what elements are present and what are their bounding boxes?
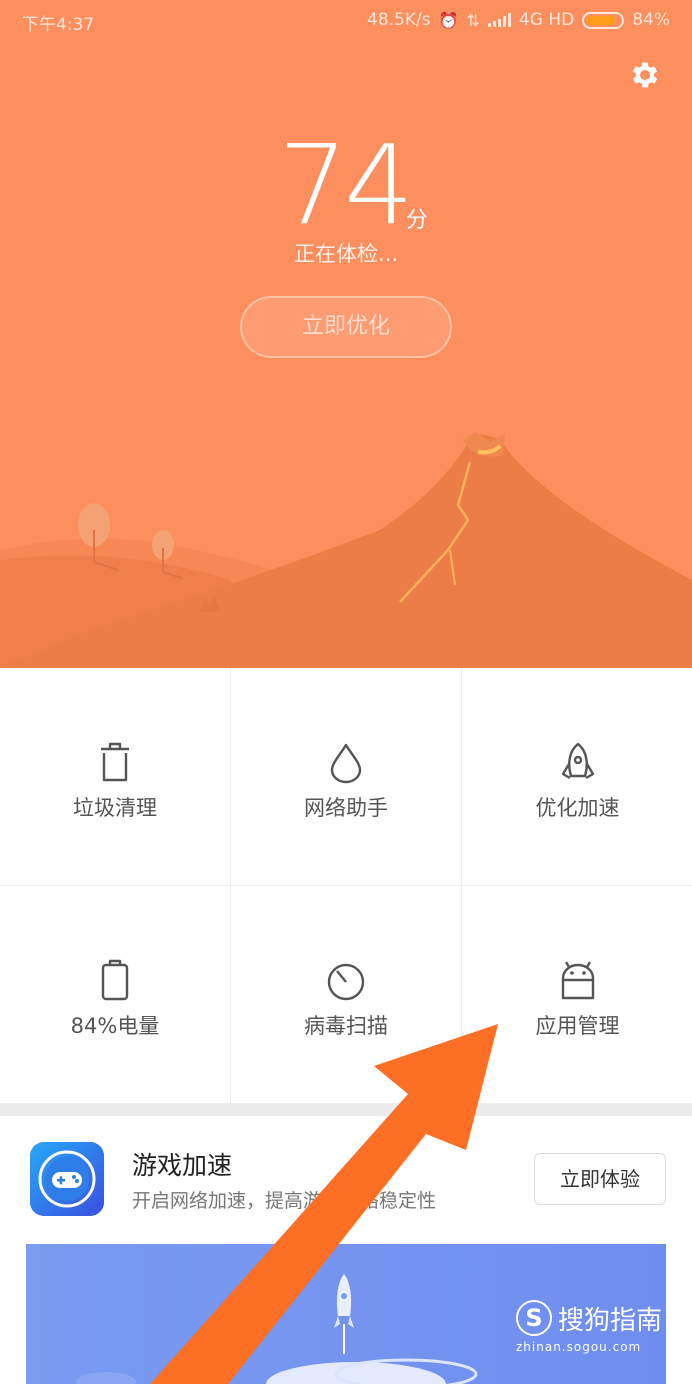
score-value: 74 [278, 121, 414, 249]
settings-gear-icon[interactable] [628, 58, 662, 92]
status-indicators: 48.5K/s ⏰ ⇅ 4G HD 84% [367, 10, 670, 30]
sogou-watermark: S 搜狗指南 zhinan.sogou.com [516, 1298, 676, 1362]
battery-icon [101, 959, 129, 1001]
score-unit: 分 [406, 208, 429, 233]
tool-app-manager[interactable]: 应用管理 [462, 886, 692, 1104]
promo-title: 游戏加速 [132, 1151, 233, 1180]
tool-label: 84%电量 [70, 1014, 160, 1038]
tool-label: 病毒扫描 [304, 1014, 388, 1038]
battery-percent: 84% [632, 10, 670, 30]
android-icon [561, 961, 594, 1000]
scan-icon [327, 963, 365, 1001]
sogou-logo-icon: S [516, 1300, 552, 1336]
droplet-icon [330, 743, 362, 784]
trash-icon [101, 742, 129, 782]
tool-label: 应用管理 [535, 1014, 620, 1038]
volcano-illustration [0, 432, 692, 668]
battery-icon [582, 11, 625, 29]
hero-header: 下午4:37 48.5K/s ⏰ ⇅ 4G HD 84% 74 分 正在体检..… [0, 0, 692, 668]
tool-speed-boost[interactable]: 优化加速 [462, 668, 692, 886]
tool-label: 优化加速 [535, 796, 620, 820]
try-now-button[interactable]: 立即体验 [534, 1153, 666, 1205]
tool-label: 垃圾清理 [73, 796, 157, 820]
data-transfer-icon: ⇅ [466, 10, 480, 30]
optimize-button[interactable]: 立即优化 [240, 296, 452, 358]
watermark-url: zhinan.sogou.com [516, 1340, 642, 1354]
rocket-icon [561, 742, 594, 780]
promo-description: 开启网络加速，提高游戏网络稳定性 [132, 1190, 437, 1212]
tool-junk-clean[interactable]: 垃圾清理 [0, 668, 231, 886]
alarm-off-icon: ⏰ [438, 10, 459, 30]
tool-virus-scan[interactable]: 病毒扫描 [231, 886, 462, 1104]
scan-status: 正在体检... [293, 242, 399, 266]
tool-label: 网络助手 [304, 796, 388, 820]
tool-network-assistant[interactable]: 网络助手 [231, 668, 462, 886]
network-type: 4G HD [518, 10, 575, 30]
status-time: 下午4:37 [22, 15, 95, 35]
tool-battery[interactable]: 84%电量 [0, 886, 231, 1104]
tools-grid: 垃圾清理 网络助手 优化加速 84%电量 病毒扫描 应用管理 [0, 668, 692, 1104]
watermark-text: 搜狗指南 [558, 1306, 663, 1336]
signal-icon [487, 13, 511, 27]
gamepad-icon [30, 1142, 104, 1216]
status-bar: 下午4:37 48.5K/s ⏰ ⇅ 4G HD 84% [0, 0, 692, 40]
network-speed: 48.5K/s [367, 10, 431, 30]
section-divider [0, 1104, 692, 1116]
